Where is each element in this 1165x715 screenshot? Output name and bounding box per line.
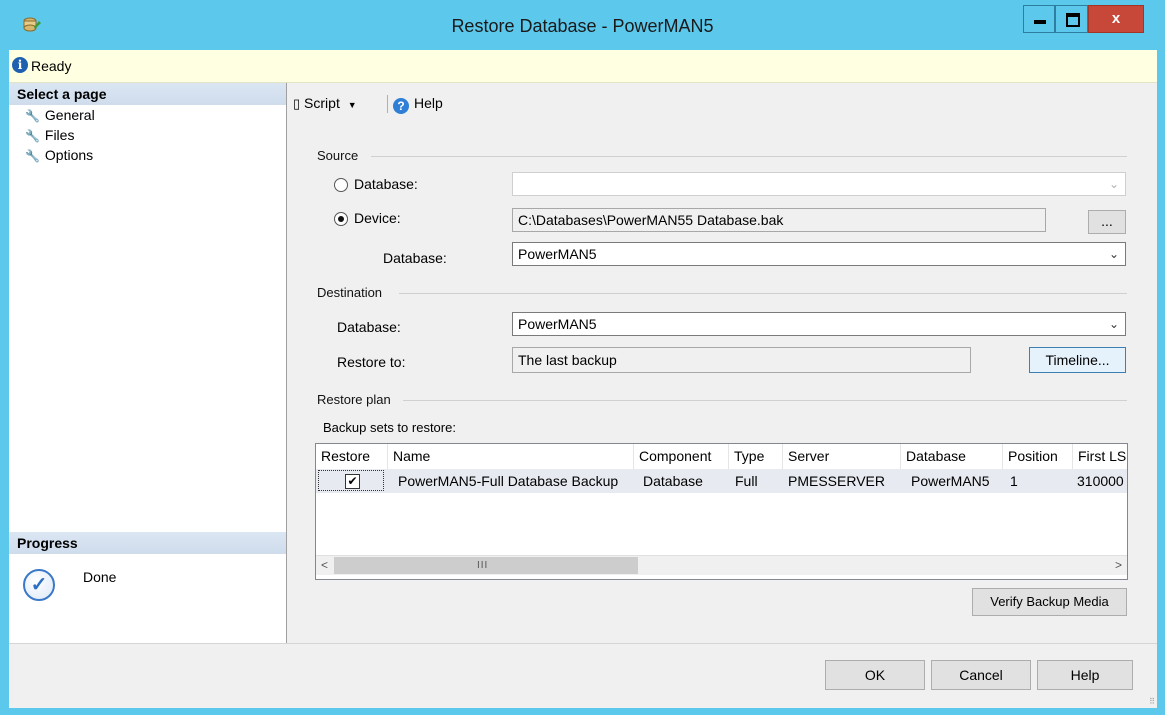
resize-grip-icon[interactable]: ⠿ <box>1149 697 1155 706</box>
table-row[interactable]: ✔ PowerMAN5-Full Database Backup Databas… <box>316 469 1127 493</box>
database-radio[interactable] <box>334 178 348 192</box>
device-path-field[interactable]: C:\Databases\PowerMAN55 Database.bak <box>512 208 1046 232</box>
help-toolbar-button[interactable]: ? Help <box>393 95 443 114</box>
column-header-component[interactable]: Component <box>634 444 729 469</box>
column-header-database[interactable]: Database <box>901 444 1003 469</box>
maximize-icon <box>1066 13 1080 27</box>
page-item-files[interactable]: 🔧 Files <box>25 125 74 145</box>
column-header-restore[interactable]: Restore <box>316 444 388 469</box>
page-item-label: General <box>44 107 95 123</box>
backup-sets-label: Backup sets to restore: <box>323 420 456 435</box>
scroll-left-icon[interactable]: < <box>316 556 333 575</box>
status-text: Ready <box>31 58 72 74</box>
wrench-icon: 🔧 <box>25 129 40 143</box>
column-header-name[interactable]: Name <box>388 444 634 469</box>
restore-plan-section-title: Restore plan <box>317 392 391 407</box>
ok-button[interactable]: OK <box>825 660 925 690</box>
page-item-label: Options <box>44 147 94 163</box>
left-pane: Select a page 🔧 General 🔧 Files 🔧 Option… <box>9 83 287 643</box>
cell-name: PowerMAN5-Full Database Backup <box>398 473 619 489</box>
cell-position: 1 <box>1010 473 1018 489</box>
source-backup-database-select[interactable]: PowerMAN5 ⌄ <box>512 242 1126 266</box>
help-button[interactable]: Help <box>1037 660 1133 690</box>
source-section-title: Source <box>317 148 359 163</box>
info-icon: i <box>12 57 28 73</box>
wrench-icon: 🔧 <box>25 109 40 123</box>
help-label: Help <box>414 95 443 111</box>
restore-database-window: Restore Database - PowerMAN5 x i Ready S… <box>0 0 1165 715</box>
cancel-button[interactable]: Cancel <box>931 660 1031 690</box>
script-button[interactable]: ▯ Script ▼ <box>293 95 357 112</box>
script-label: Script <box>304 95 340 111</box>
checkmark-icon: ✓ <box>23 569 55 601</box>
dialog-client-area: i Ready Select a page 🔧 General 🔧 Files … <box>9 50 1157 708</box>
close-icon: x <box>1111 10 1121 27</box>
column-header-position[interactable]: Position <box>1003 444 1073 469</box>
cell-server: PMESSERVER <box>788 473 885 489</box>
page-item-general[interactable]: 🔧 General <box>25 105 95 125</box>
progress-header: Progress <box>9 532 286 554</box>
wrench-icon: 🔧 <box>25 149 40 163</box>
minimize-button[interactable] <box>1023 5 1055 33</box>
restore-checkbox[interactable]: ✔ <box>345 474 360 489</box>
column-header-first-lsn[interactable]: First LS <box>1073 444 1127 469</box>
database-radio-label: Database: <box>354 176 418 192</box>
title-bar[interactable]: Restore Database - PowerMAN5 x <box>0 0 1165 50</box>
cell-database: PowerMAN5 <box>911 473 990 489</box>
minimize-icon <box>1034 20 1046 24</box>
close-button[interactable]: x <box>1088 5 1144 33</box>
scrollbar-grip-icon: III <box>477 560 489 571</box>
restore-to-field: The last backup <box>512 347 971 373</box>
source-database-select[interactable]: ⌄ <box>512 172 1126 196</box>
select-page-header: Select a page <box>9 83 286 105</box>
general-page: ▯ Script ▼ ? Help Source Database: ⌄ Devi… <box>287 83 1157 643</box>
device-radio-label: Device: <box>354 210 401 226</box>
cell-type: Full <box>735 473 758 489</box>
verify-backup-media-button[interactable]: Verify Backup Media <box>972 588 1127 616</box>
cell-first-lsn: 310000 <box>1077 473 1124 489</box>
source-divider <box>371 156 1127 157</box>
status-bar: i Ready <box>9 50 1157 83</box>
timeline-button[interactable]: Timeline... <box>1029 347 1126 373</box>
script-icon: ▯ <box>293 96 301 111</box>
help-icon: ? <box>393 98 409 114</box>
page-item-options[interactable]: 🔧 Options <box>25 145 93 165</box>
backup-sets-grid[interactable]: Restore Name Component Type Server Datab… <box>315 443 1128 580</box>
destination-section-title: Destination <box>317 285 383 300</box>
toolbar-separator <box>387 95 388 113</box>
source-database-label: Database: <box>383 250 447 266</box>
destination-database-label: Database: <box>337 319 401 335</box>
destination-divider <box>399 293 1127 294</box>
chevron-down-icon: ⌄ <box>1108 177 1119 191</box>
chevron-down-icon: ▼ <box>347 100 357 110</box>
window-title: Restore Database - PowerMAN5 <box>451 16 714 36</box>
column-header-server[interactable]: Server <box>783 444 901 469</box>
horizontal-scrollbar[interactable]: < III > <box>316 555 1127 575</box>
browse-device-button[interactable]: ... <box>1088 210 1126 234</box>
restore-to-label: Restore to: <box>337 354 406 370</box>
scroll-right-icon[interactable]: > <box>1110 556 1127 575</box>
restore-plan-divider <box>403 400 1127 401</box>
page-item-label: Files <box>44 127 75 143</box>
destination-database-select[interactable]: PowerMAN5 ⌄ <box>512 312 1126 336</box>
progress-status: Done <box>83 569 117 585</box>
device-radio[interactable] <box>334 212 348 226</box>
scrollbar-thumb[interactable]: III <box>334 557 638 574</box>
maximize-button[interactable] <box>1055 5 1088 33</box>
column-header-type[interactable]: Type <box>729 444 783 469</box>
footer-divider <box>9 643 1157 644</box>
chevron-down-icon: ⌄ <box>1108 247 1119 261</box>
cell-component: Database <box>643 473 703 489</box>
chevron-down-icon: ⌄ <box>1108 317 1119 331</box>
